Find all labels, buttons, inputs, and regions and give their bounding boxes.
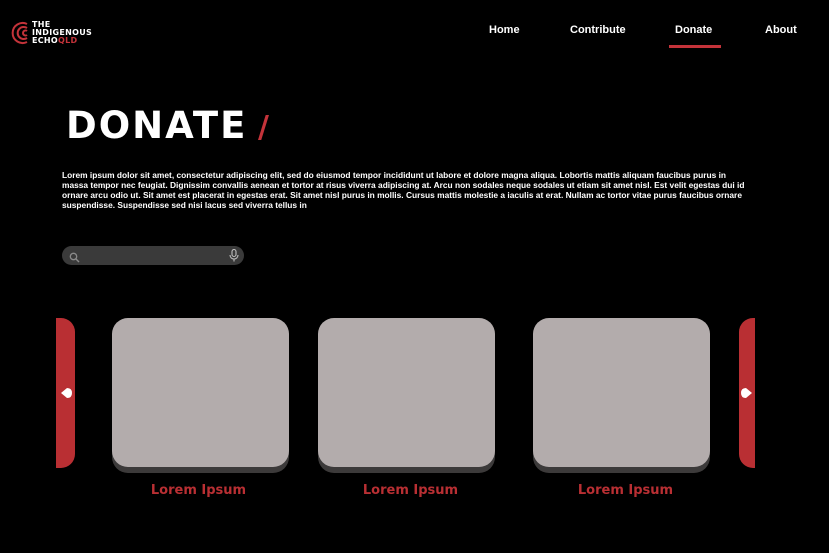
nav-home[interactable]: Home [489,24,520,36]
arrow-left-icon [59,386,73,405]
nav-donate[interactable]: Donate [675,24,712,36]
donation-card[interactable] [318,318,495,467]
page-description: Lorem ipsum dolor sit amet, consectetur … [62,170,745,210]
search-icon [69,250,80,268]
microphone-icon[interactable] [229,248,239,267]
logo-echo-icon [10,20,30,46]
card-label[interactable]: Lorem Ipsum [110,483,287,498]
donation-card[interactable] [112,318,289,467]
search-input[interactable] [84,248,228,264]
title-slash-accent: / [258,110,269,145]
card-label[interactable]: Lorem Ipsum [322,483,499,498]
donation-card[interactable] [533,318,710,467]
logo-line-3-accent: QLD [58,36,78,45]
carousel-prev-button[interactable] [56,318,75,468]
page-title: DONATE [66,104,248,147]
nav-about[interactable]: About [765,24,797,36]
logo-wordmark: THE INDIGENOUS ECHOQLD [32,21,92,45]
carousel-next-button[interactable] [739,318,755,468]
logo-line-3: ECHOQLD [32,37,92,45]
search-bar[interactable] [62,246,244,265]
arrow-right-icon [740,386,754,405]
nav-contribute[interactable]: Contribute [570,24,626,36]
nav-active-indicator [669,45,721,48]
card-label[interactable]: Lorem Ipsum [537,483,714,498]
brand-logo[interactable]: THE INDIGENOUS ECHOQLD [10,20,92,46]
logo-line-3-main: ECHO [32,36,59,45]
